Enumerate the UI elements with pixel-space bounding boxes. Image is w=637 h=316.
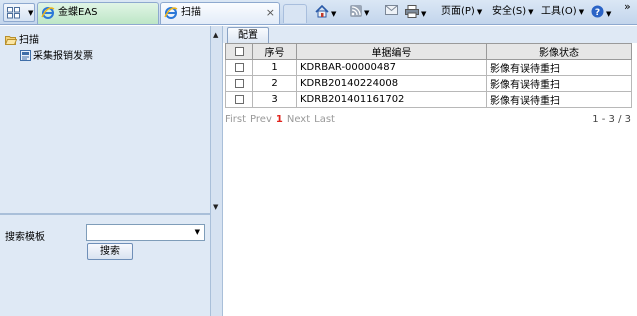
safety-menu-label: 安全(S) (492, 6, 527, 17)
row-check-cell (225, 75, 253, 92)
vertical-splitter[interactable]: ▲ ▼ (211, 26, 223, 316)
select-all-checkbox[interactable] (234, 46, 244, 56)
row-check-cell (225, 59, 253, 76)
column-header-seq[interactable]: 序号 (252, 43, 297, 60)
table-row[interactable]: 1 KDRBAR-00000487 影像有误待重扫 (225, 59, 632, 76)
rss-icon (350, 5, 362, 17)
ie-icon (164, 7, 178, 19)
horizontal-splitter[interactable] (0, 213, 211, 215)
safety-menu[interactable]: 安全(S) ▼ (492, 5, 534, 21)
chevron-down-icon: ▼ (331, 10, 337, 18)
new-tab-button[interactable] (283, 4, 307, 23)
mail-button[interactable] (385, 5, 398, 21)
table-row[interactable]: 3 KDRB201401161702 影像有误待重扫 (225, 91, 632, 108)
tools-menu[interactable]: 工具(O) ▼ (541, 5, 584, 21)
bill-table: 序号 单据编号 影像状态 1 KDRBAR-00000487 影像有误待重扫 2… (225, 43, 632, 108)
image-status-cell: 影像有误待重扫 (486, 59, 632, 76)
grid-toolbar: 配置 (223, 26, 637, 43)
quick-tabs-button[interactable]: ▼ (3, 3, 35, 22)
pager-first[interactable]: First (225, 114, 246, 125)
mail-icon (385, 5, 398, 15)
overflow-chevron-icon: » (624, 0, 631, 13)
column-header-code[interactable]: 单据编号 (296, 43, 487, 60)
left-pane: 扫描 采集报销发票 搜索模板 ▼ 搜索 (0, 26, 211, 316)
browser-tab-eas[interactable]: 金蝶EAS (37, 2, 159, 24)
tab-label: 金蝶EAS (58, 7, 98, 18)
image-status-cell: 影像有误待重扫 (486, 91, 632, 108)
chevron-down-icon: ▼ (28, 9, 34, 17)
bill-code-cell: KDRB201401161702 (296, 91, 487, 108)
right-pane: 配置 序号 单据编号 影像状态 1 KDRBAR-00000487 影像有误待重… (223, 26, 637, 316)
page-menu-label: 页面(P) (441, 6, 475, 17)
table-row[interactable]: 2 KDRB20140224008 影像有误待重扫 (225, 75, 632, 92)
search-template-label: 搜索模板 (5, 232, 45, 243)
chevron-down-icon: ▼ (606, 10, 612, 18)
help-button[interactable]: ? ▼ (591, 5, 611, 21)
row-check-cell (225, 91, 253, 108)
search-template-select[interactable]: ▼ (86, 224, 205, 241)
tree-node-label: 扫描 (19, 35, 39, 46)
chevron-down-icon: ▼ (421, 10, 427, 18)
pager-prev[interactable]: Prev (250, 114, 272, 125)
tree-node-invoice-capture[interactable]: 采集报销发票 (20, 47, 93, 62)
seq-cell: 2 (252, 75, 297, 92)
bill-code-cell: KDRB20140224008 (296, 75, 487, 92)
chevron-down-icon: ▼ (528, 8, 534, 16)
chevron-down-icon: ▼ (476, 8, 483, 16)
command-overflow-button[interactable]: » (624, 0, 631, 16)
document-icon (20, 50, 31, 61)
row-checkbox[interactable] (234, 78, 244, 88)
feeds-button[interactable]: ▼ (350, 5, 369, 21)
chevron-down-icon: ▼ (578, 8, 585, 16)
tree-node-label: 采集报销发票 (33, 51, 93, 62)
print-button[interactable]: ▼ (405, 5, 426, 21)
ie-icon (41, 7, 55, 19)
browser-tab-scan[interactable]: 扫描 × (160, 2, 280, 24)
image-status-cell: 影像有误待重扫 (486, 75, 632, 92)
chevron-down-icon: ▼ (194, 228, 200, 236)
table-header-row: 序号 单据编号 影像状态 (225, 43, 632, 60)
column-header-status[interactable]: 影像状态 (486, 43, 632, 60)
help-icon: ? (591, 5, 604, 18)
quick-tabs-grid-icon (7, 7, 20, 19)
search-button[interactable]: 搜索 (87, 243, 133, 260)
tab-label: 扫描 (181, 7, 201, 18)
expand-down-icon[interactable]: ▼ (213, 203, 218, 211)
tools-menu-label: 工具(O) (541, 6, 577, 17)
collapse-up-icon[interactable]: ▲ (213, 31, 218, 39)
pager-last[interactable]: Last (314, 114, 335, 125)
page-menu[interactable]: 页面(P) ▼ (441, 5, 482, 21)
row-checkbox[interactable] (234, 62, 244, 72)
seq-cell: 3 (252, 91, 297, 108)
pager-next[interactable]: Next (287, 114, 310, 125)
chevron-down-icon: ▼ (364, 9, 370, 17)
bill-code-cell: KDRBAR-00000487 (296, 59, 487, 76)
home-icon (315, 4, 329, 18)
svg-text:?: ? (595, 8, 600, 18)
select-all-header (225, 43, 253, 60)
home-button[interactable]: ▼ (315, 4, 337, 21)
close-icon[interactable]: × (266, 3, 275, 23)
pagination: First Prev 1 Next Last (225, 114, 335, 125)
printer-icon (405, 5, 419, 18)
folder-open-icon (5, 36, 17, 45)
pager-current-page[interactable]: 1 (276, 114, 283, 125)
config-button[interactable]: 配置 (227, 27, 269, 43)
browser-tab-bar: ▼ 金蝶EAS 扫描 × ▼ ▼ ▼ 页面(P) ▼ 安全(S) ▼ 工具(O)… (0, 0, 637, 25)
pager-record-info: 1 - 3 / 3 (592, 114, 631, 125)
seq-cell: 1 (252, 59, 297, 76)
row-checkbox[interactable] (234, 94, 244, 104)
tree-node-scan[interactable]: 扫描 (5, 31, 39, 46)
